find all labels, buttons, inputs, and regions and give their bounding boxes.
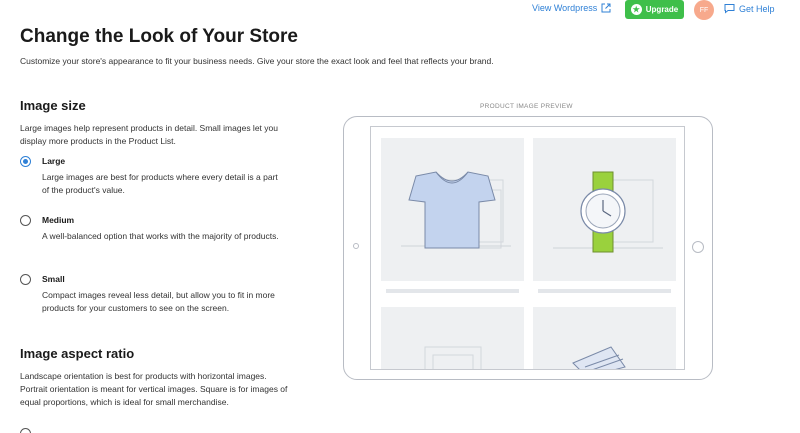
avatar[interactable]: FF [694, 0, 714, 20]
product-card-watch [533, 138, 676, 281]
image-size-title: Image size [20, 98, 86, 113]
radio-large[interactable] [20, 156, 31, 167]
frame-icon [424, 346, 482, 369]
page-description: Customize your store's appearance to fit… [20, 56, 494, 66]
option-description-small: Compact images reveal less detail, but a… [42, 290, 275, 313]
option-label-large: Large [42, 156, 66, 166]
radio-medium[interactable] [20, 215, 31, 226]
product-bar [538, 289, 671, 293]
image-size-description: Large images help represent products in … [20, 123, 278, 146]
radio-small[interactable] [20, 274, 31, 285]
aspect-ratio-title: Image aspect ratio [20, 346, 135, 361]
option-label-small: Small [42, 274, 65, 284]
product-bar [386, 289, 519, 293]
external-link-icon [601, 3, 611, 13]
help-chat-icon [724, 4, 735, 14]
get-help-link[interactable]: Get Help [724, 3, 775, 14]
top-bar: View Wordpress ★ Upgrade FF Get Help [0, 0, 800, 20]
image-size-option-small[interactable]: Small Compact images reveal less detail,… [20, 274, 290, 319]
tablet-camera [353, 243, 359, 249]
option-description-medium: A well-balanced option that works with t… [42, 231, 279, 241]
upgrade-button[interactable]: ★ Upgrade [625, 0, 684, 19]
watch-icon [553, 171, 663, 253]
product-card-4 [533, 307, 676, 369]
aspect-ratio-description: Landscape orientation is best for produc… [20, 371, 288, 407]
image-size-option-medium[interactable]: Medium A well-balanced option that works… [20, 215, 290, 260]
tablet-screen [370, 126, 685, 370]
product-card-3 [381, 307, 524, 369]
star-icon: ★ [630, 4, 642, 15]
option-label-medium: Medium [42, 215, 75, 225]
tablet-home-button [692, 241, 704, 253]
view-wordpress-label: View Wordpress [532, 3, 598, 13]
tshirt-icon [401, 171, 511, 249]
product-card-shirt [381, 138, 524, 281]
upgrade-label: Upgrade [645, 5, 679, 14]
get-help-label: Get Help [739, 3, 775, 14]
wallet-icon [572, 346, 626, 369]
preview-label: PRODUCT IMAGE PREVIEW [480, 103, 573, 110]
image-size-option-large[interactable]: Large Large images are best for products… [20, 156, 290, 201]
option-description-large: Large images are best for products where… [42, 172, 278, 195]
radio-aspect-first[interactable] [20, 428, 31, 433]
view-wordpress-link[interactable]: View Wordpress [532, 3, 611, 13]
page-title: Change the Look of Your Store [20, 26, 298, 47]
